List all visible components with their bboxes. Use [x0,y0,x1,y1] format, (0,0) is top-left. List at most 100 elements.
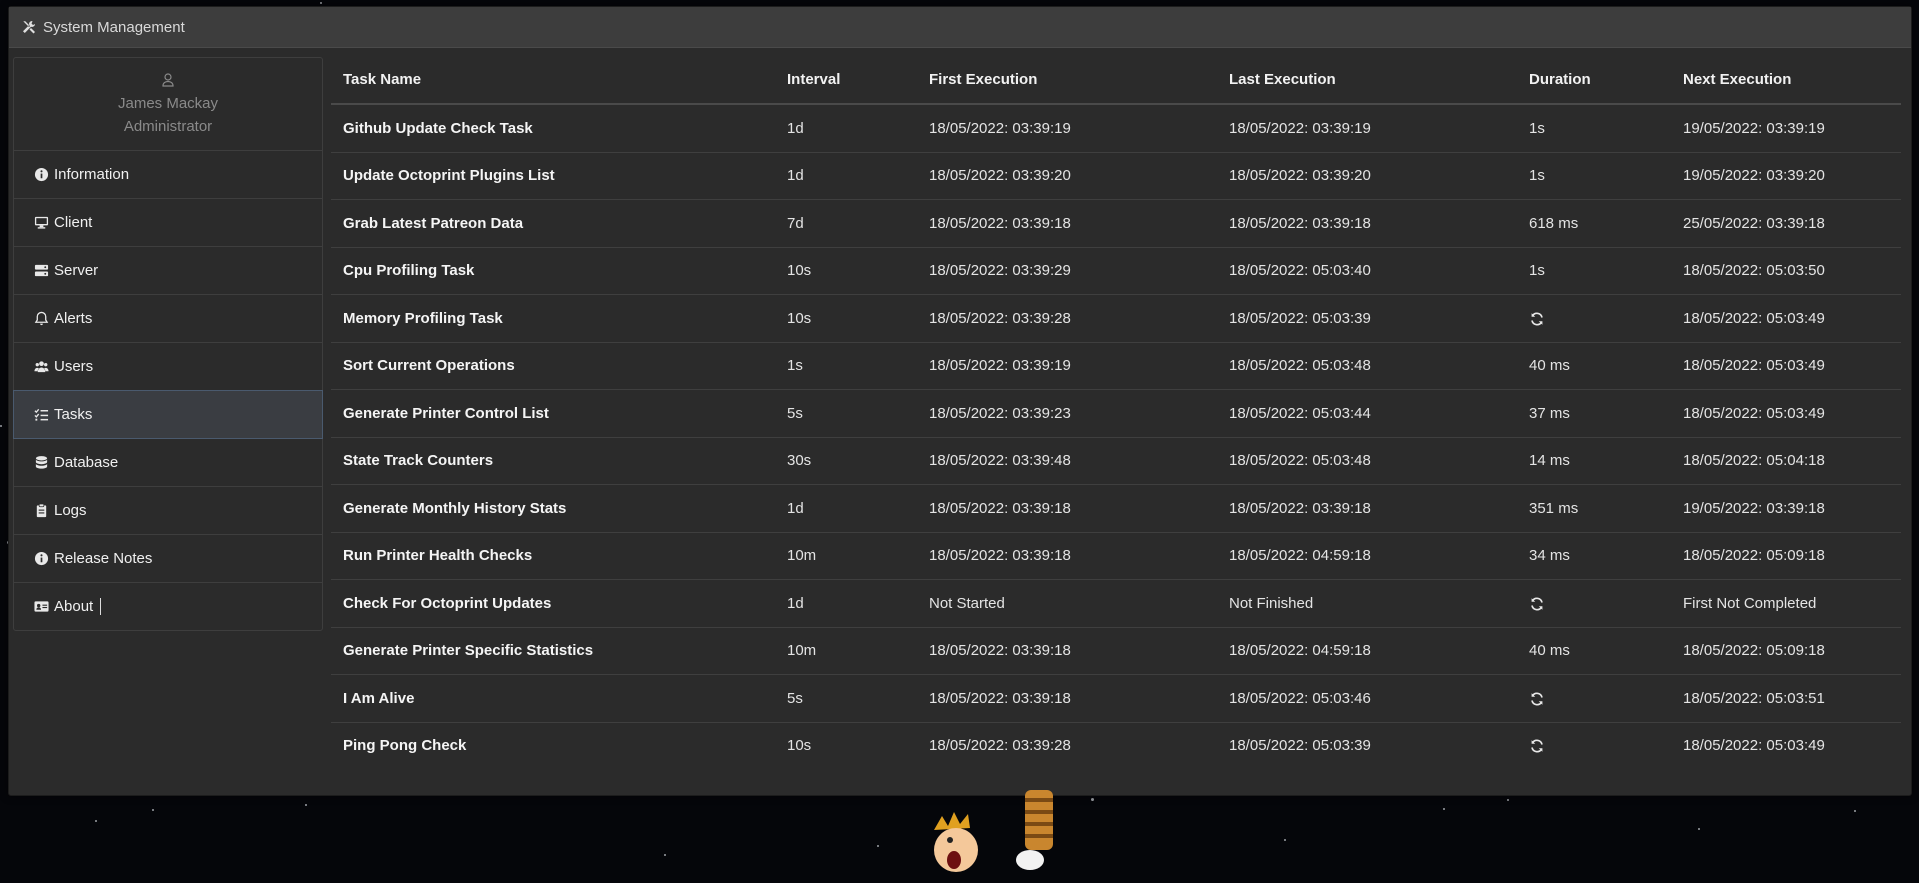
table-row: State Track Counters 30s 18/05/2022: 03:39… [331,436,1901,485]
column-header-interval[interactable]: Interval [775,56,917,105]
star [95,820,97,822]
first-execution-cell: 18/05/2022: 03:39:18 [917,674,1217,722]
last-execution-cell: 18/05/2022: 04:59:18 [1217,626,1517,675]
sidebar-item-information[interactable]: Information [14,151,322,199]
column-header-next-execution[interactable]: Next Execution [1671,56,1901,105]
sidebar-item-users[interactable]: Users [14,343,322,391]
first-execution-cell: 18/05/2022: 03:39:28 [917,294,1217,342]
next-execution-cell: 19/05/2022: 03:39:18 [1671,484,1901,532]
star [320,2,322,4]
last-execution-cell: 18/05/2022: 05:03:39 [1217,721,1517,769]
table-row: Generate Printer Specific Statistics 10m 1… [331,626,1901,675]
column-header-first-execution[interactable]: First Execution [917,56,1217,105]
user-name: James Mackay [117,95,219,112]
desktop-icon [33,215,49,231]
duration-cell: 40 ms [1517,626,1671,675]
panel-header: System Management [9,7,1911,48]
tools-icon [21,19,37,35]
next-execution-cell: 25/05/2022: 03:39:18 [1671,199,1901,247]
sync-icon [1529,596,1545,612]
id-card-icon [33,599,49,615]
star [1443,808,1445,810]
task-name-cell: Update Octoprint Plugins List [331,151,775,200]
table-row: Generate Monthly History Stats 1d 18/05/20… [331,484,1901,532]
next-execution-cell: 18/05/2022: 05:03:49 [1671,341,1901,390]
interval-cell: 7d [775,199,917,247]
interval-cell: 5s [775,389,917,437]
task-name-cell: Ping Pong Check [331,721,775,769]
first-execution-cell: 18/05/2022: 03:39:19 [917,103,1217,152]
last-execution-cell: 18/05/2022: 03:39:20 [1217,151,1517,200]
sidebar-item-label: About [54,598,94,615]
info-circle-icon [33,167,49,183]
first-execution-cell: 18/05/2022: 03:39:18 [917,484,1217,532]
next-execution-cell: 18/05/2022: 05:03:49 [1671,294,1901,342]
sidebar-item-label: Tasks [54,406,93,423]
sidebar-item-label: Client [54,214,93,231]
last-execution-cell: 18/05/2022: 03:39:19 [1217,103,1517,152]
interval-cell: 1d [775,151,917,200]
star [305,804,307,806]
next-execution-cell: 18/05/2022: 05:04:18 [1671,436,1901,485]
sync-icon [1529,311,1545,327]
sidebar-item-server[interactable]: Server [14,247,322,295]
interval-cell: 10s [775,246,917,295]
sidebar-item-tasks[interactable]: Tasks [13,390,323,439]
star [664,854,666,856]
sidebar-item-label: Users [54,358,94,375]
sidebar-item-release-notes[interactable]: Release Notes [14,535,322,583]
next-execution-cell: 18/05/2022: 05:03:49 [1671,721,1901,769]
first-execution-cell: 18/05/2022: 03:39:48 [917,436,1217,485]
task-name-cell: Github Update Check Task [331,103,775,152]
interval-cell: 10m [775,626,917,675]
duration-cell [1517,294,1671,342]
duration-cell [1517,721,1671,769]
users-icon [33,359,49,375]
table-row: Sort Current Operations 1s 18/05/2022: 03:… [331,341,1901,390]
tasks-table-container: Task Name Interval First Execution Last Exe… [331,56,1901,769]
text-cursor [100,598,102,615]
interval-cell: 10m [775,531,917,580]
first-execution-cell: 18/05/2022: 03:39:18 [917,199,1217,247]
next-execution-cell: First Not Completed [1671,579,1901,627]
first-execution-cell: Not Started [917,579,1217,627]
sync-icon [1529,738,1545,754]
last-execution-cell: 18/05/2022: 05:03:39 [1217,294,1517,342]
duration-cell [1517,674,1671,722]
table-row: Run Printer Health Checks 10m 18/05/2022: … [331,531,1901,580]
next-execution-cell: 18/05/2022: 05:03:50 [1671,246,1901,295]
first-execution-cell: 18/05/2022: 03:39:18 [917,626,1217,675]
database-icon [33,455,49,471]
sidebar-item-about[interactable]: About [14,583,322,630]
next-execution-cell: 18/05/2022: 05:03:49 [1671,389,1901,437]
duration-cell: 37 ms [1517,389,1671,437]
column-header-duration[interactable]: Duration [1517,56,1671,105]
duration-cell: 34 ms [1517,531,1671,580]
sidebar-item-client[interactable]: Client [14,199,322,247]
server-icon [33,263,49,279]
table-header-row: Task Name Interval First Execution Last Exe… [331,56,1901,105]
sidebar-item-label: Server [54,262,99,279]
table-row: Memory Profiling Task 10s 18/05/2022: 03:3… [331,294,1901,342]
interval-cell: 1d [775,484,917,532]
sidebar-item-label: Release Notes [54,550,153,567]
task-name-cell: Grab Latest Patreon Data [331,199,775,247]
sidebar-item-alerts[interactable]: Alerts [14,295,322,343]
interval-cell: 30s [775,436,917,485]
first-execution-cell: 18/05/2022: 03:39:23 [917,389,1217,437]
duration-cell [1517,579,1671,627]
last-execution-cell: 18/05/2022: 05:03:44 [1217,389,1517,437]
sync-icon [1529,691,1545,707]
duration-cell: 618 ms [1517,199,1671,247]
duration-cell: 14 ms [1517,436,1671,485]
task-name-cell: Cpu Profiling Task [331,246,775,295]
duration-cell: 1s [1517,103,1671,152]
sidebar-item-label: Information [54,166,130,183]
sidebar-item-database[interactable]: Database [14,439,322,487]
next-execution-cell: 19/05/2022: 03:39:19 [1671,103,1901,152]
interval-cell: 5s [775,674,917,722]
column-header-task-name[interactable]: Task Name [331,56,775,105]
star [1091,798,1094,801]
column-header-last-execution[interactable]: Last Execution [1217,56,1517,105]
sidebar-item-logs[interactable]: Logs [14,487,322,535]
